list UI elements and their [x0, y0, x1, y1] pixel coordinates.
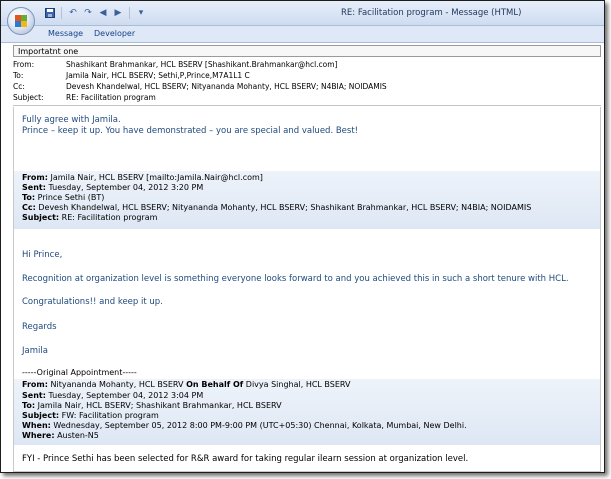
title-bar: ↶ ↷ ◀ ▶ ▾ RE: Facilitation program - Mes…: [1, 1, 604, 26]
header-subject-row: Subject: RE: Facilitation program: [13, 92, 601, 103]
message-header: From: Shashikant Brahmankar, HCL BSERV […: [13, 59, 601, 103]
quoted1-to-row: To: Prince Sethi (BT): [22, 193, 105, 202]
quoted2-subject-row: Subject: FW: Facilitation program: [22, 411, 159, 420]
quoted1-signature: Jamila: [22, 346, 48, 356]
tab-developer[interactable]: Developer: [94, 29, 135, 38]
ribbon-tabs: Message Developer: [1, 26, 604, 43]
from-label: From:: [13, 60, 35, 69]
quoted2-when-row: When: Wednesday, September 05, 2012 8:00…: [22, 421, 467, 430]
header-cc-row: Cc: Devesh Khandelwal, HCL BSERV; Nityan…: [13, 81, 601, 92]
from-value[interactable]: Shashikant Brahmankar, HCL BSERV [Shashi…: [66, 59, 337, 70]
quoted2-sent-row: Sent: Tuesday, September 04, 2012 3:04 P…: [22, 391, 204, 400]
fyi-line: FYI - Prince Sethi has been selected for…: [22, 454, 469, 464]
outlook-message-window: ↶ ↷ ◀ ▶ ▾ RE: Facilitation program - Mes…: [0, 0, 605, 473]
window-title: RE: Facilitation program - Message (HTML…: [341, 8, 522, 18]
toolbar-separator: [129, 7, 130, 19]
quoted1-sent-row: Sent: Tuesday, September 04, 2012 3:20 P…: [22, 183, 204, 192]
to-label: To:: [13, 71, 24, 80]
tab-message[interactable]: Message: [48, 29, 83, 38]
header-from-row: From: Shashikant Brahmankar, HCL BSERV […: [13, 59, 601, 70]
quoted1-paragraph-1: Recognition at organization level is som…: [22, 274, 569, 284]
undo-icon[interactable]: ↶: [67, 7, 79, 19]
quoted1-greeting: Hi Prince,: [22, 250, 63, 260]
subject-value: RE: Facilitation program: [66, 93, 156, 102]
quoted1-regards: Regards: [22, 322, 57, 332]
quoted-header-1: From: Jamila Nair, HCL BSERV [mailto:Jam…: [14, 171, 600, 229]
info-bar: Importatnt one: [13, 45, 601, 57]
toolbar-separator: [61, 7, 62, 19]
quick-access-toolbar: ↶ ↷ ◀ ▶ ▾: [41, 6, 147, 20]
redo-icon[interactable]: ↷: [82, 7, 94, 19]
save-icon[interactable]: [44, 7, 56, 19]
message-body: Fully agree with Jamila. Prince – keep i…: [13, 107, 601, 472]
header-divider: [13, 105, 601, 106]
office-button[interactable]: [7, 7, 35, 35]
to-value[interactable]: Jamila Nair, HCL BSERV; Sethi,P,Prince,M…: [66, 70, 250, 81]
quoted2-to-row: To: Jamila Nair, HCL BSERV; Shashikant B…: [22, 401, 282, 410]
next-item-icon[interactable]: ▶: [112, 7, 124, 19]
header-to-row: To: Jamila Nair, HCL BSERV; Sethi,P,Prin…: [13, 70, 601, 81]
quoted1-from-row: From: Jamila Nair, HCL BSERV [mailto:Jam…: [22, 173, 263, 182]
quoted2-from-row: From: Nityananda Mohanty, HCL BSERV On B…: [22, 380, 351, 389]
quoted1-subject-row: Subject: RE: Facilitation program: [22, 213, 158, 222]
original-appointment-separator: -----Original Appointment-----: [22, 368, 137, 377]
quoted2-where-row: Where: Austen-N5: [22, 431, 99, 440]
reply-line-1: Fully agree with Jamila.: [22, 115, 121, 125]
reply-line-2: Prince – keep it up. You have demonstrat…: [22, 126, 359, 136]
previous-item-icon[interactable]: ◀: [97, 7, 109, 19]
quoted1-cc-row: Cc: Devesh Khandelwal, HCL BSERV; Nityan…: [22, 203, 532, 212]
quoted-header-2: From: Nityananda Mohanty, HCL BSERV On B…: [14, 379, 600, 445]
customize-toolbar-icon[interactable]: ▾: [135, 7, 147, 19]
subject-label: Subject:: [13, 93, 44, 102]
cc-label: Cc:: [13, 82, 25, 91]
quoted1-paragraph-2: Congratulations!! and keep it up.: [22, 297, 163, 307]
cc-value[interactable]: Devesh Khandelwal, HCL BSERV; Nityananda…: [66, 81, 387, 92]
